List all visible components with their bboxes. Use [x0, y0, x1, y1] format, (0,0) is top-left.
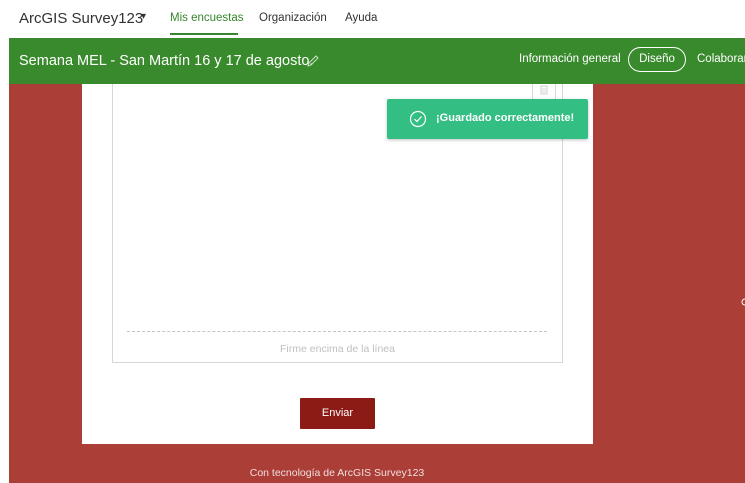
- signature-line: [127, 331, 547, 332]
- app-title[interactable]: ArcGIS Survey123: [19, 10, 143, 27]
- toast-message: ¡Guardado correctamente!: [436, 112, 575, 124]
- tab-collaborate[interactable]: Colaborar: [697, 53, 745, 65]
- app-menu-caret-icon[interactable]: ▾: [141, 11, 146, 22]
- top-nav: ArcGIS Survey123 ▾ Mis encuestas Organiz…: [0, 0, 745, 38]
- side-panel-toggle-icon[interactable]: [739, 296, 745, 306]
- nav-link-ayuda[interactable]: Ayuda: [345, 12, 377, 24]
- success-toast: ¡Guardado correctamente!: [387, 99, 588, 139]
- clear-signature-button[interactable]: [532, 84, 556, 100]
- edit-pencil-icon[interactable]: [306, 54, 320, 68]
- trash-icon: [540, 85, 548, 95]
- survey-title: Semana MEL - San Martín 16 y 17 de agost…: [19, 53, 314, 69]
- nav-link-mis-encuestas[interactable]: Mis encuestas: [170, 12, 244, 24]
- tab-overview[interactable]: Información general: [519, 53, 621, 65]
- signature-hint: Firme encima de la línea: [280, 343, 395, 355]
- nav-active-underline: [170, 33, 238, 35]
- survey-bar: Semana MEL - San Martín 16 y 17 de agost…: [9, 38, 745, 84]
- powered-by-footer: Con tecnología de ArcGIS Survey123: [249, 467, 425, 479]
- tab-design[interactable]: Diseño: [628, 47, 686, 72]
- submit-button[interactable]: Enviar: [300, 398, 375, 429]
- nav-link-organizacion[interactable]: Organización: [259, 12, 327, 24]
- check-circle-icon: [409, 110, 427, 128]
